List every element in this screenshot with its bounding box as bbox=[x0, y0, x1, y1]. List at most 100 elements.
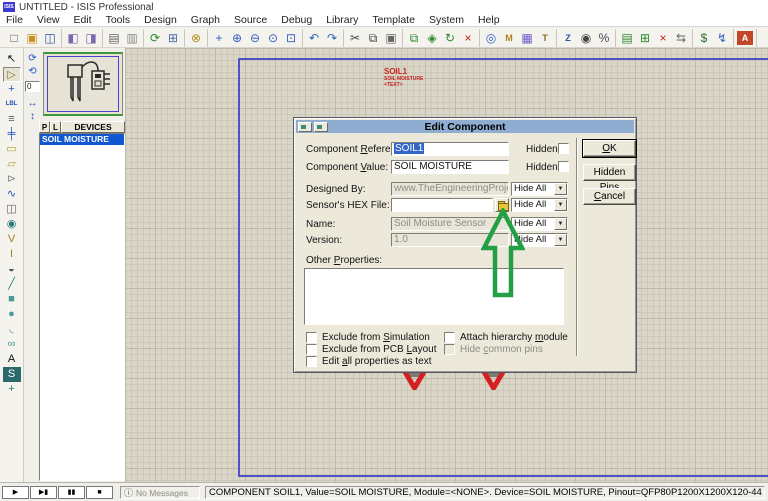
menu-edit[interactable]: Edit bbox=[74, 14, 92, 26]
menu-library[interactable]: Library bbox=[326, 14, 358, 26]
rotation-angle-field[interactable]: 0 bbox=[25, 81, 40, 92]
chevron-down-icon[interactable]: ▼ bbox=[554, 183, 567, 195]
menu-source[interactable]: Source bbox=[234, 14, 267, 26]
pick-parts-icon[interactable]: ◎ bbox=[482, 30, 500, 46]
component-value-field[interactable]: SOIL MOISTURE bbox=[391, 160, 509, 174]
zoom-area-icon[interactable]: ⊡ bbox=[282, 30, 300, 46]
other-properties-textarea[interactable] bbox=[304, 268, 564, 325]
junction-dot-mode-icon[interactable]: + bbox=[3, 82, 21, 97]
export-section-icon[interactable]: ◨ bbox=[82, 30, 100, 46]
component-reference-field[interactable]: SOIL1 bbox=[391, 142, 509, 156]
device-pin-mode-icon[interactable]: ⊳ bbox=[3, 172, 21, 187]
paste-icon[interactable]: ▣ bbox=[382, 30, 400, 46]
dialog-titlebar-icon-a[interactable] bbox=[298, 121, 312, 132]
new-sheet-icon[interactable]: ⊞ bbox=[636, 30, 654, 46]
graph-mode-icon[interactable]: ∿ bbox=[3, 187, 21, 202]
toggle-grid-icon[interactable]: ⊞ bbox=[164, 30, 182, 46]
wire-autorouter-icon[interactable]: Z bbox=[559, 30, 577, 46]
text-script-mode-icon[interactable]: ≡ bbox=[3, 112, 21, 127]
attach-hierarchy-checkbox[interactable] bbox=[444, 332, 455, 343]
hidden-checkbox-1[interactable] bbox=[558, 143, 569, 154]
save-file-icon[interactable]: ◫ bbox=[41, 30, 59, 46]
cancel-button[interactable]: Cancel bbox=[583, 188, 636, 205]
menu-file[interactable]: File bbox=[6, 14, 23, 26]
designed-by-visibility-dropdown[interactable]: Hide All ▼ bbox=[511, 182, 568, 196]
menu-graph[interactable]: Graph bbox=[191, 14, 220, 26]
netlist-to-ares-icon[interactable]: A bbox=[737, 30, 753, 45]
selection-mode-icon[interactable]: ↖ bbox=[3, 52, 21, 67]
zoom-all-icon[interactable]: ⊙ bbox=[264, 30, 282, 46]
search-and-tag-icon[interactable]: ◉ bbox=[577, 30, 595, 46]
graphics-arc-mode-icon[interactable]: ◟ bbox=[3, 322, 21, 337]
dialog-titlebar-icon-b[interactable] bbox=[314, 121, 328, 132]
copy-icon[interactable]: ⧉ bbox=[364, 30, 382, 46]
rotate-anticlockwise-button[interactable]: ⟲ bbox=[25, 66, 40, 78]
menu-view[interactable]: View bbox=[37, 14, 60, 26]
hex-file-field[interactable] bbox=[391, 198, 493, 212]
device-list-item[interactable]: SOIL MOISTURE bbox=[40, 134, 124, 145]
play-button[interactable]: ▶ bbox=[2, 486, 29, 499]
undo-icon[interactable]: ↶ bbox=[305, 30, 323, 46]
menu-template[interactable]: Template bbox=[372, 14, 415, 26]
current-probe-mode-icon[interactable]: I bbox=[3, 247, 21, 262]
zoom-in-icon[interactable]: ⊕ bbox=[228, 30, 246, 46]
origin-icon[interactable]: ⊗ bbox=[187, 30, 205, 46]
bus-mode-icon[interactable]: ╪ bbox=[3, 127, 21, 142]
pan-icon[interactable]: + bbox=[210, 30, 228, 46]
new-file-icon[interactable]: □ bbox=[5, 30, 23, 46]
subcircuit-mode-icon[interactable]: ▭ bbox=[3, 142, 21, 157]
chevron-down-icon[interactable]: ▼ bbox=[554, 199, 567, 211]
tape-recorder-mode-icon[interactable]: ◫ bbox=[3, 202, 21, 217]
import-section-icon[interactable]: ◧ bbox=[64, 30, 82, 46]
graphics-path-mode-icon[interactable]: ∞ bbox=[3, 337, 21, 352]
stop-button[interactable]: ■ bbox=[86, 486, 113, 499]
cut-icon[interactable]: ✂ bbox=[346, 30, 364, 46]
block-rotate-icon[interactable]: ↻ bbox=[441, 30, 459, 46]
pick-devices-button[interactable]: P bbox=[39, 121, 50, 133]
exclude-simulation-checkbox[interactable] bbox=[306, 332, 317, 343]
ok-button[interactable]: OK bbox=[583, 140, 636, 157]
block-copy-icon[interactable]: ⧉ bbox=[405, 30, 423, 46]
graphics-box-mode-icon[interactable]: ■ bbox=[3, 292, 21, 307]
wire-label-mode-icon[interactable]: LBL bbox=[3, 97, 21, 112]
redraw-icon[interactable]: ⟳ bbox=[146, 30, 164, 46]
goto-sheet-icon[interactable]: ⇆ bbox=[672, 30, 690, 46]
mark-print-area-icon[interactable]: ▥ bbox=[123, 30, 141, 46]
terminal-mode-icon[interactable]: ▱ bbox=[3, 157, 21, 172]
dialog-titlebar[interactable]: Edit Component bbox=[296, 120, 634, 133]
make-device-icon[interactable]: M bbox=[500, 30, 518, 46]
menu-design[interactable]: Design bbox=[144, 14, 177, 26]
open-file-icon[interactable]: ▣ bbox=[23, 30, 41, 46]
property-assignment-icon[interactable]: % bbox=[595, 30, 613, 46]
exclude-pcb-checkbox[interactable] bbox=[306, 344, 317, 355]
menu-debug[interactable]: Debug bbox=[281, 14, 312, 26]
decompose-icon[interactable]: T bbox=[536, 30, 554, 46]
zoom-out-icon[interactable]: ⊖ bbox=[246, 30, 264, 46]
rotate-clockwise-button[interactable]: ⟳ bbox=[25, 53, 40, 65]
graphics-line-mode-icon[interactable]: ╱ bbox=[3, 277, 21, 292]
graphics-symbol-mode-icon[interactable]: S bbox=[2, 367, 21, 382]
pause-button[interactable]: ▮▮ bbox=[58, 486, 85, 499]
voltage-probe-mode-icon[interactable]: V bbox=[3, 232, 21, 247]
bill-of-materials-icon[interactable]: $ bbox=[695, 30, 713, 46]
block-delete-icon[interactable]: × bbox=[459, 30, 477, 46]
virtual-instruments-mode-icon[interactable]: ◒ bbox=[3, 262, 21, 277]
edit-all-text-checkbox[interactable] bbox=[306, 356, 317, 367]
packaging-tool-icon[interactable]: ▦ bbox=[518, 30, 536, 46]
hidden-checkbox-2[interactable] bbox=[558, 161, 569, 172]
graphics-circle-mode-icon[interactable]: ● bbox=[3, 307, 21, 322]
library-button[interactable]: L bbox=[50, 121, 61, 133]
generator-mode-icon[interactable]: ◉ bbox=[3, 217, 21, 232]
step-button[interactable]: ▶▮ bbox=[30, 486, 57, 499]
electrical-rule-check-icon[interactable]: ↯ bbox=[713, 30, 731, 46]
mirror-horizontal-button[interactable]: ↔ bbox=[25, 98, 40, 110]
component-mode-icon[interactable]: ▷ bbox=[2, 67, 21, 82]
menu-tools[interactable]: Tools bbox=[106, 14, 131, 26]
graphics-text-mode-icon[interactable]: A bbox=[3, 352, 21, 367]
menu-system[interactable]: System bbox=[429, 14, 464, 26]
design-explorer-icon[interactable]: ▤ bbox=[618, 30, 636, 46]
print-icon[interactable]: ▤ bbox=[105, 30, 123, 46]
chevron-down-icon[interactable]: ▼ bbox=[554, 234, 567, 246]
mirror-vertical-button[interactable]: ↕ bbox=[25, 111, 40, 123]
device-list[interactable]: SOIL MOISTURE bbox=[39, 133, 125, 481]
